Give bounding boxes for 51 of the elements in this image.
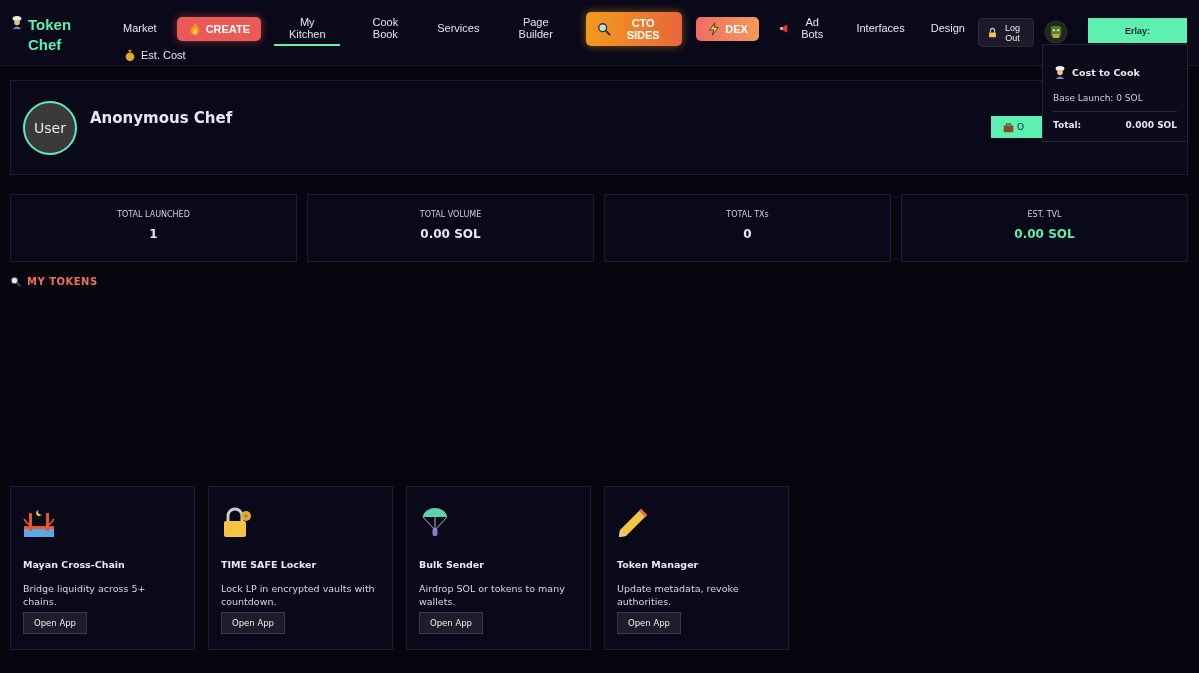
tool-title: Mayan Cross-Chain	[23, 559, 125, 570]
megaphone-icon	[778, 22, 790, 34]
stat-value: 0	[742, 227, 753, 241]
nav-link[interactable]: Market	[116, 18, 164, 40]
total-label: Total:	[1053, 120, 1082, 130]
avatar-icon[interactable]	[1044, 20, 1068, 44]
money-bag-icon	[123, 48, 137, 62]
nav-link[interactable]: Ad Bots	[771, 12, 838, 46]
tool-title: Token Manager	[617, 559, 699, 570]
search-icon	[10, 276, 21, 287]
section-title: MY TOKENS	[27, 276, 98, 287]
open-app-button[interactable]: Open App	[617, 612, 681, 634]
nav-link[interactable]: Cook Book	[352, 12, 419, 46]
stat-label: TOTAL VOLUME	[418, 210, 483, 219]
lightning-icon	[707, 22, 722, 36]
nav-link[interactable]: Interfaces	[849, 18, 912, 40]
open-app-button[interactable]: Open App	[221, 612, 285, 634]
open-app-button[interactable]: Open App	[23, 612, 87, 634]
logout-button[interactable]: Log Out	[978, 18, 1034, 47]
search-icon	[597, 22, 612, 36]
popup-title: Cost to Cook	[1072, 66, 1140, 78]
chef-icon	[1053, 65, 1067, 79]
briefcase-icon	[1002, 121, 1014, 133]
stat-value: 0.00 SOL	[419, 227, 482, 241]
base-launch-text: Base Launch: 0 SOL	[1053, 93, 1177, 112]
tool-description: Bridge liquidity across 5+ chains.	[23, 582, 147, 608]
tool-description: Update metadata, revoke authorities.	[617, 582, 740, 608]
nav-link[interactable]: My Kitchen	[274, 12, 341, 46]
tool-title: TIME SAFE Locker	[221, 559, 317, 570]
wallet-button[interactable]: Erlay:	[1088, 18, 1187, 43]
nav-link[interactable]: Est. Cost	[116, 46, 193, 68]
tool-title: Bulk Sender	[419, 559, 484, 570]
profile-name: Anonymous Chef	[90, 109, 234, 127]
brand-logo[interactable]: Token Chef	[28, 15, 98, 55]
total-value: 0.000 SOL	[1125, 120, 1177, 130]
lock-icon	[987, 27, 998, 38]
stat-label: TOTAL TXs	[725, 210, 770, 219]
stat-value: 1	[148, 227, 159, 241]
tool-description: Airdrop SOL or tokens to many wallets.	[419, 582, 566, 608]
stat-label: EST. TVL	[1026, 210, 1063, 219]
pencil-icon	[617, 507, 649, 539]
nav-link[interactable]: Design	[923, 18, 972, 40]
stat-label: TOTAL LAUNCHED	[116, 210, 191, 219]
open-app-button[interactable]: Open App	[419, 612, 483, 634]
nav-link[interactable]: Services	[430, 18, 487, 40]
tool-description: Lock LP in encrypted vaults with countdown.	[221, 582, 376, 608]
user-avatar: User	[23, 101, 77, 155]
stat-value: 0.00 SOL	[1013, 227, 1076, 241]
nav-link[interactable]: Page Builder	[498, 12, 574, 46]
chef-icon	[10, 15, 24, 29]
lock-key-icon	[221, 507, 253, 539]
